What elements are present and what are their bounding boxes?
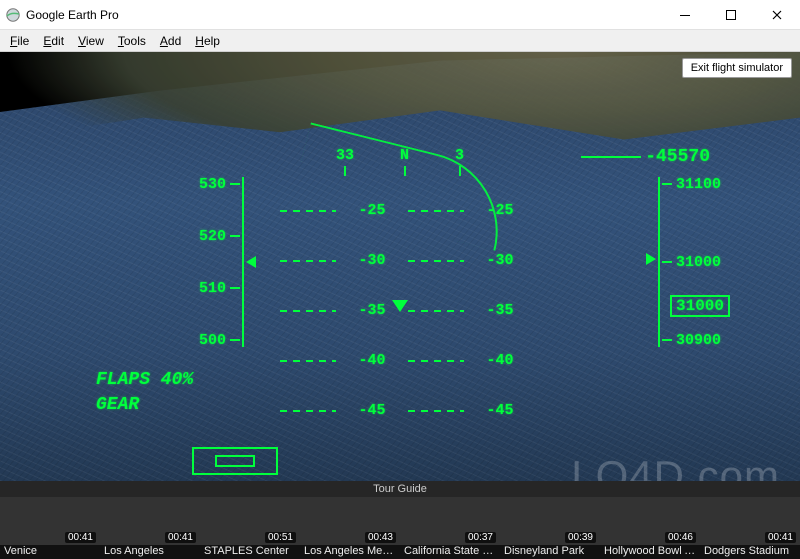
menu-file[interactable]: File bbox=[4, 32, 35, 50]
duration-badge: 00:41 bbox=[765, 532, 796, 543]
tour-thumbs[interactable]: 00:41 Venice 00:41 Los Angeles 00:51 STAPLE… bbox=[0, 497, 800, 559]
exit-flight-sim-button[interactable]: Exit flight simulator bbox=[682, 58, 792, 78]
menu-help[interactable]: Help bbox=[189, 32, 226, 50]
duration-badge: 00:41 bbox=[165, 532, 196, 543]
duration-badge: 00:46 bbox=[665, 532, 696, 543]
menu-tools[interactable]: Tools bbox=[112, 32, 152, 50]
tour-caption: Disneyland Park bbox=[500, 545, 600, 559]
tour-item[interactable]: 00:51 STAPLES Center bbox=[200, 497, 300, 559]
menu-add[interactable]: Add bbox=[154, 32, 187, 50]
duration-badge: 00:37 bbox=[465, 532, 496, 543]
tour-caption: California State Uni… bbox=[400, 545, 500, 559]
window-title: Google Earth Pro bbox=[26, 8, 119, 22]
tour-item[interactable]: 00:46 Hollywood Bowl Am… bbox=[600, 497, 700, 559]
duration-badge: 00:51 bbox=[265, 532, 296, 543]
app-icon bbox=[6, 8, 20, 22]
tour-item[interactable]: 00:41 Dodgers Stadium bbox=[700, 497, 800, 559]
tour-guide-header[interactable]: Tour Guide bbox=[0, 481, 800, 497]
tour-item[interactable]: 00:43 Los Angeles Memori… bbox=[300, 497, 400, 559]
close-button[interactable] bbox=[754, 0, 800, 30]
duration-badge: 00:41 bbox=[65, 532, 96, 543]
menubar: File Edit View Tools Add Help bbox=[0, 30, 800, 52]
tour-caption: Los Angeles bbox=[100, 545, 200, 559]
tour-guide-bar: Tour Guide 00:41 Venice 00:41 Los Angeles … bbox=[0, 481, 800, 559]
minimize-button[interactable] bbox=[662, 0, 708, 30]
tour-item[interactable]: 00:39 Disneyland Park bbox=[500, 497, 600, 559]
tour-caption: Hollywood Bowl Am… bbox=[600, 545, 700, 559]
menu-view[interactable]: View bbox=[72, 32, 110, 50]
tour-caption: Venice bbox=[0, 545, 100, 559]
tour-caption: STAPLES Center bbox=[200, 545, 300, 559]
tour-caption: Los Angeles Memori… bbox=[300, 545, 400, 559]
duration-badge: 00:39 bbox=[565, 532, 596, 543]
tour-caption: Dodgers Stadium bbox=[700, 545, 800, 559]
tour-item[interactable]: 00:41 Los Angeles bbox=[100, 497, 200, 559]
titlebar: Google Earth Pro bbox=[0, 0, 800, 30]
tour-item[interactable]: 00:41 Venice bbox=[0, 497, 100, 559]
earth-viewport[interactable]: Exit flight simulator LO4D.com 33 N 3 -4… bbox=[0, 52, 800, 481]
tour-item[interactable]: 00:37 California State Uni… bbox=[400, 497, 500, 559]
menu-edit[interactable]: Edit bbox=[37, 32, 70, 50]
maximize-button[interactable] bbox=[708, 0, 754, 30]
duration-badge: 00:43 bbox=[365, 532, 396, 543]
